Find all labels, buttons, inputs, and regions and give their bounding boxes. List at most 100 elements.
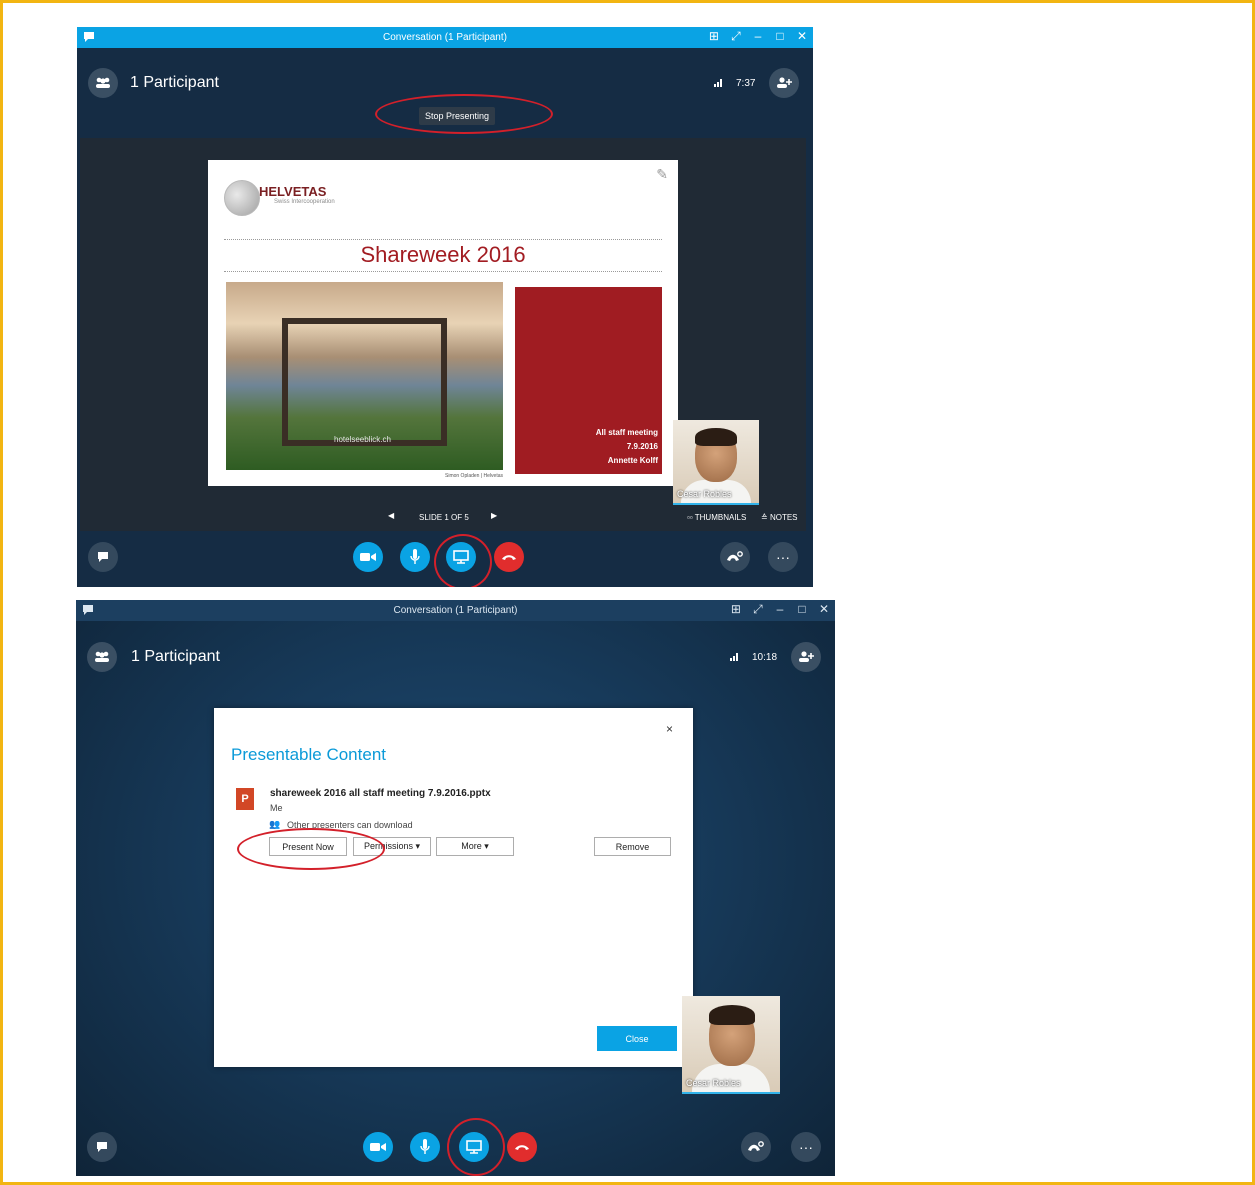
divider — [224, 271, 662, 272]
add-person-icon — [799, 651, 814, 662]
present-screen-icon — [453, 550, 469, 564]
thumbnails-icon: ▫▫ — [687, 513, 695, 522]
close-button[interactable]: ✕ — [797, 29, 807, 44]
present-screen-icon — [466, 1140, 482, 1154]
microphone-button[interactable] — [410, 1132, 440, 1162]
video-name-label: Cesar Robles — [686, 1078, 741, 1088]
window-controls: ⊞ ⤢ – □ ✕ — [731, 602, 829, 617]
chat-icon — [97, 1142, 107, 1152]
dialog-close-button[interactable]: Close — [597, 1026, 677, 1051]
microphone-icon — [410, 549, 420, 564]
conversation-window-presenting: Conversation (1 Participant) ⊞ ⤢ – □ ✕ 1… — [77, 27, 813, 587]
call-controls-button[interactable] — [741, 1132, 771, 1162]
photo-watermark: hotelseeblick.ch — [334, 435, 391, 444]
self-video-preview[interactable]: Cesar Robles — [673, 420, 759, 505]
present-button[interactable] — [446, 542, 476, 572]
chat-button[interactable] — [87, 1132, 117, 1162]
notes-icon: ≙ — [761, 513, 770, 522]
video-icon — [360, 553, 376, 561]
more-options-button[interactable]: ··· — [791, 1132, 821, 1162]
info-line: All staff meeting — [595, 428, 658, 437]
slide-info: All staff meeting 7.9.2016 Annette Kolff — [596, 426, 658, 468]
layout-icon[interactable]: ⊞ — [709, 29, 719, 44]
remove-button[interactable]: Remove — [594, 837, 671, 856]
video-icon — [370, 1143, 386, 1151]
notes-button[interactable]: ≙ NOTES — [761, 513, 798, 522]
stop-presenting-button[interactable]: Stop Presenting — [419, 107, 496, 125]
hang-up-icon — [515, 1145, 529, 1150]
presentation-stage: HELVETAS Swiss Intercooperation ✎ Sharew… — [80, 138, 806, 531]
permissions-button[interactable]: Permissions ▾ — [353, 837, 431, 856]
slide-logo-subtitle: Swiss Intercooperation — [274, 199, 335, 205]
window-controls: ⊞ ⤢ – □ ✕ — [709, 29, 807, 44]
self-video-preview[interactable]: Cesar Robles — [682, 996, 780, 1094]
present-button[interactable] — [459, 1132, 489, 1162]
more-options-icon: ··· — [776, 549, 790, 565]
title-bar: Conversation (1 Participant) ⊞ ⤢ – □ ✕ — [76, 600, 835, 621]
add-participant-button[interactable] — [791, 642, 821, 672]
more-options-icon: ··· — [799, 1139, 813, 1155]
avatar — [695, 428, 737, 446]
chat-button[interactable] — [88, 542, 118, 572]
present-now-button[interactable]: Present Now — [269, 837, 347, 856]
participant-count: 1 Participant — [131, 648, 220, 665]
info-line: 7.9.2016 — [626, 442, 658, 451]
more-button[interactable]: More ▾ — [436, 837, 514, 856]
window-title: Conversation (1 Participant) — [383, 32, 507, 43]
video-name-label: Cesar Robles — [677, 489, 732, 499]
thumbnails-button[interactable]: ▫▫ THUMBNAILS — [687, 513, 746, 522]
conversation-window-content-dialog: Conversation (1 Participant) ⊞ ⤢ – □ ✕ 1… — [76, 600, 835, 1176]
slide-title: Shareweek 2016 — [360, 242, 526, 267]
video-button[interactable] — [353, 542, 383, 572]
add-person-icon — [777, 77, 792, 88]
avatar — [709, 1005, 755, 1025]
minimize-button[interactable]: – — [753, 29, 763, 44]
participants-button[interactable] — [88, 68, 118, 98]
dialog-title: Presentable Content — [231, 745, 386, 764]
hang-up-icon — [502, 555, 516, 560]
maximize-button[interactable]: □ — [797, 602, 807, 617]
title-bar: Conversation (1 Participant) ⊞ ⤢ – □ ✕ — [77, 27, 813, 48]
slide-counter: SLIDE 1 OF 5 — [419, 513, 469, 522]
slide: HELVETAS Swiss Intercooperation ✎ Sharew… — [208, 160, 678, 486]
divider — [224, 239, 662, 240]
hang-up-button[interactable] — [494, 542, 524, 572]
notes-label: NOTES — [769, 513, 798, 522]
file-name: shareweek 2016 all staff meeting 7.9.201… — [270, 788, 491, 799]
signal-icon — [714, 79, 722, 87]
microphone-button[interactable] — [400, 542, 430, 572]
signal-icon — [730, 653, 738, 661]
powerpoint-file-icon: P — [236, 788, 254, 810]
call-controls-icon — [727, 551, 743, 561]
slide-logo: HELVETAS — [259, 184, 327, 199]
more-options-button[interactable]: ··· — [768, 542, 798, 572]
window-title: Conversation (1 Participant) — [393, 605, 518, 616]
layout-icon[interactable]: ⊞ — [731, 602, 741, 617]
info-line: Annette Kolff — [607, 456, 658, 465]
next-slide-button[interactable]: ▶ — [491, 511, 497, 520]
add-participant-button[interactable] — [769, 68, 799, 98]
call-controls-button[interactable] — [720, 542, 750, 572]
previous-slide-button[interactable]: ◀ — [388, 511, 394, 520]
participant-count: 1 Participant — [130, 74, 219, 91]
download-permission: Other presenters can download — [287, 820, 413, 830]
maximize-button[interactable]: □ — [775, 29, 785, 44]
file-owner: Me — [270, 803, 283, 813]
presentable-content-dialog: × Presentable Content P shareweek 2016 a… — [214, 708, 693, 1067]
dialog-close-icon[interactable]: × — [666, 722, 673, 736]
video-button[interactable] — [363, 1132, 393, 1162]
participants-button[interactable] — [87, 642, 117, 672]
close-button[interactable]: ✕ — [819, 602, 829, 617]
hang-up-button[interactable] — [507, 1132, 537, 1162]
call-controls-icon — [748, 1141, 764, 1151]
slide-info-box: All staff meeting 7.9.2016 Annette Kolff — [515, 287, 662, 474]
thumbnails-label: THUMBNAILS — [694, 513, 747, 522]
fullscreen-icon[interactable]: ⤢ — [731, 29, 741, 44]
call-duration: 10:18 — [752, 652, 778, 663]
minimize-button[interactable]: – — [775, 602, 785, 617]
presenters-icon: 👥 — [269, 819, 281, 829]
slide-photo: hotelseeblick.ch — [226, 282, 503, 470]
paperclip-icon[interactable]: ✎ — [656, 166, 668, 183]
fullscreen-icon[interactable]: ⤢ — [753, 602, 763, 617]
participants-icon — [96, 77, 110, 88]
